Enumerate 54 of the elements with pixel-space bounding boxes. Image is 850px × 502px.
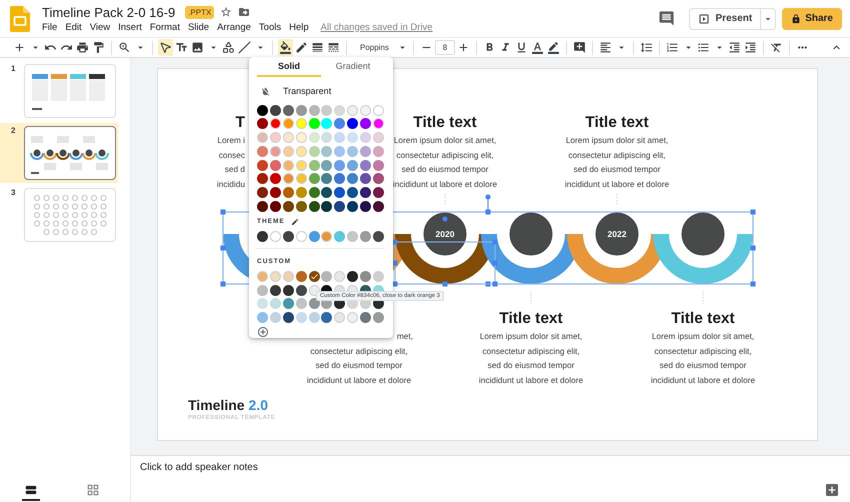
menu-item[interactable]: Tools bbox=[258, 22, 282, 32]
body-text-line: sed do eiusmod tempor bbox=[488, 359, 574, 372]
slide-title-text: Title text bbox=[671, 310, 735, 328]
body-text-line: met, bbox=[396, 330, 413, 343]
slide-number: 3 bbox=[10, 188, 16, 197]
year-label: 2020 bbox=[436, 229, 454, 239]
body-text-line: Lorem ipsum dolor sit amet, bbox=[566, 134, 668, 147]
body-text-line: consectetur adipiscing elit, bbox=[310, 344, 408, 358]
body-text-line: Lorem ipsum dolor sit amet, bbox=[652, 330, 754, 343]
body-text-line: Lorem ipsum dolor sit amet, bbox=[480, 330, 582, 343]
year-label: 2022 bbox=[608, 229, 626, 239]
body-text-line: consectetur adipiscing elit, bbox=[568, 148, 666, 162]
menu-item[interactable]: Arrange bbox=[217, 22, 251, 32]
slide-number: 2 bbox=[10, 126, 16, 135]
body-text-line: sed do eiusmod tempor bbox=[660, 359, 746, 372]
document-title[interactable]: Timeline Pack 2-0 16-9 bbox=[42, 4, 176, 20]
picker-tab[interactable]: Gradient bbox=[321, 57, 385, 77]
body-text-line: sed do eiusmod tempor bbox=[402, 163, 488, 176]
slide-title-text: T bbox=[236, 114, 245, 132]
menu-item[interactable]: Help bbox=[289, 22, 309, 32]
menu-item[interactable]: View bbox=[90, 22, 110, 32]
picker-tab[interactable]: Solid bbox=[257, 57, 321, 77]
body-text-line: consec bbox=[218, 148, 245, 162]
body-text-line: incididu bbox=[216, 178, 245, 190]
body-text-line: consectetur adipiscing elit, bbox=[654, 344, 752, 358]
body-text-line: incididunt ut labore et dolore bbox=[564, 178, 670, 190]
body-text-line: sed do eiusmod tempor bbox=[316, 359, 402, 372]
slide-title-text: Title text bbox=[413, 114, 477, 132]
save-status-link[interactable]: All changes saved in Drive bbox=[320, 22, 433, 32]
menu-item[interactable]: Slide bbox=[188, 22, 210, 32]
font-size-field[interactable]: 8 bbox=[435, 40, 455, 55]
font-dropdown[interactable]: Poppins bbox=[352, 42, 408, 53]
menu-item[interactable]: File bbox=[42, 22, 58, 32]
slide-title-text: Title text bbox=[499, 310, 563, 328]
brand-title: Timeline bbox=[188, 397, 245, 413]
body-text-line: incididunt ut labore et dolore bbox=[478, 374, 584, 386]
file-type-badge: .PPTX bbox=[185, 6, 214, 18]
body-text-line: sed do eiusmod tempor bbox=[574, 163, 660, 176]
body-text-line: consectetur adipiscing elit, bbox=[482, 344, 580, 358]
body-text-line: Lorem i bbox=[217, 134, 245, 147]
body-text-line: consectetur adipiscing elit, bbox=[396, 148, 494, 162]
menu-item[interactable]: Edit bbox=[65, 22, 82, 32]
body-text-line: incididunt ut labore et dolore bbox=[650, 374, 756, 386]
body-text-line: incididunt ut labore et dolore bbox=[392, 178, 498, 190]
brand-version: 2.0 bbox=[248, 397, 268, 413]
body-text-line: sed d bbox=[224, 163, 245, 176]
share-button[interactable]: Share bbox=[782, 8, 842, 30]
transparent-option[interactable]: Transparent bbox=[257, 80, 385, 102]
menu-item[interactable]: Format bbox=[150, 22, 180, 32]
body-text-line: Lorem ipsum dolor sit amet, bbox=[394, 134, 496, 147]
slide-number: 1 bbox=[10, 64, 16, 73]
body-text-line: incididunt ut labore et dolore bbox=[306, 374, 412, 386]
menu-item[interactable]: Insert bbox=[118, 22, 142, 32]
slide-title-text: Title text bbox=[585, 114, 649, 132]
